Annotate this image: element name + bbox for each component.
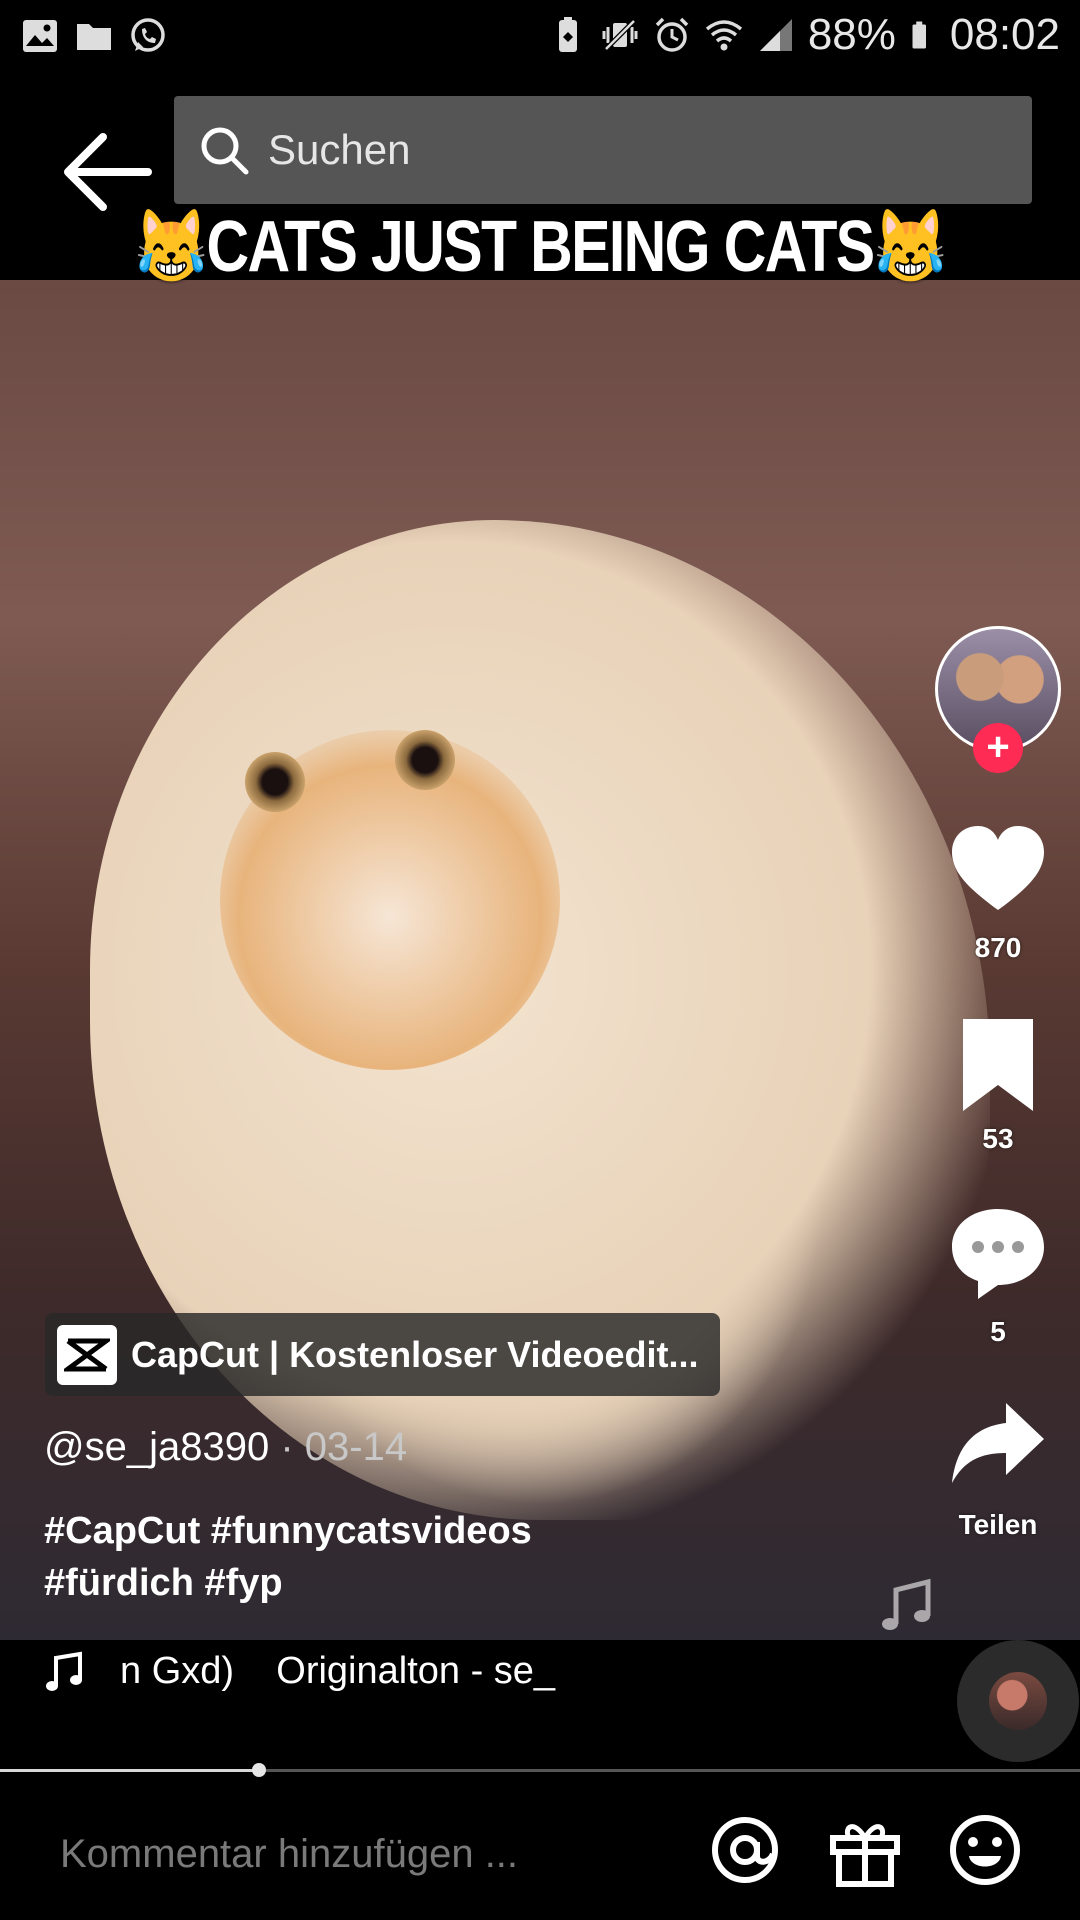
capcut-logo-icon — [57, 1324, 117, 1385]
progress-thumb[interactable] — [252, 1763, 267, 1777]
share-label: Teilen — [958, 1509, 1038, 1540]
search-placeholder: Suchen — [268, 126, 411, 173]
mention-icon[interactable] — [705, 1810, 785, 1890]
heart-icon[interactable] — [948, 820, 1048, 920]
battery-icon — [912, 21, 926, 49]
author-line: @se_ja8390 · 03-14 — [44, 1425, 407, 1470]
progress-fill — [0, 1769, 260, 1772]
status-time: 08:02 — [949, 10, 1060, 59]
signal-icon — [759, 19, 792, 51]
folder-icon — [77, 24, 111, 50]
cat-left-eye — [245, 752, 305, 812]
search-input[interactable]: Suchen — [174, 96, 1032, 204]
bookmark-icon[interactable] — [948, 1015, 1048, 1115]
post-date: 03-14 — [304, 1425, 408, 1469]
music-disc-avatar — [989, 1672, 1047, 1730]
comment-count: 5 — [990, 1316, 1006, 1347]
title-emoji-right: 😹 — [873, 207, 947, 287]
caption-line-1: #CapCut #funnycatsvideos — [44, 1510, 532, 1552]
comment-bar: Kommentar hinzufügen ... — [0, 1780, 1080, 1920]
gift-icon[interactable] — [825, 1810, 905, 1890]
whatsapp-icon — [131, 18, 165, 52]
music-title[interactable]: n Gxd) Originalton - se_ — [120, 1650, 590, 1700]
cat-right-eye — [395, 730, 455, 790]
post-caption[interactable]: #CapCut #funnycatsvideos #fürdich #fyp — [44, 1505, 664, 1609]
comment-icon[interactable] — [948, 1203, 1048, 1303]
music-note-icon — [46, 1651, 82, 1691]
title-text: CATS JUST BEING CATS — [206, 207, 876, 287]
capcut-label: CapCut | Kostenloser Videoedit... — [131, 1333, 699, 1375]
author-username[interactable]: @se_ja8390 — [44, 1425, 269, 1469]
battery-percent: 88% — [807, 10, 896, 59]
search-icon — [201, 127, 249, 175]
author-separator: · — [269, 1425, 305, 1469]
video-progress-bar[interactable] — [0, 1763, 1080, 1777]
comment-input[interactable]: Kommentar hinzufügen ... — [60, 1832, 518, 1877]
mute-vibrate-icon — [602, 19, 638, 51]
title-emoji-left: 😹 — [134, 207, 209, 287]
wifi-icon — [705, 20, 742, 51]
music-disc[interactable] — [957, 1640, 1079, 1762]
gallery-icon — [23, 20, 57, 52]
capcut-anchor[interactable]: CapCut | Kostenloser Videoedit... — [45, 1313, 720, 1396]
battery-saver-icon — [558, 17, 577, 52]
favorite-count: 53 — [982, 1123, 1014, 1154]
floating-music-note-icon — [882, 1578, 931, 1630]
alarm-icon — [655, 17, 689, 52]
follow-plus-button[interactable]: + — [973, 723, 1023, 773]
like-count: 870 — [974, 932, 1022, 963]
caption-line-2: #fürdich #fyp — [44, 1562, 283, 1604]
status-left-icons — [20, 16, 168, 56]
share-icon[interactable] — [948, 1395, 1048, 1495]
status-bar: 88% 08:02 — [0, 0, 1080, 80]
status-right-icons: 88% 08:02 — [548, 10, 1060, 60]
video-title-overlay: 😹CATS JUST BEING CATS😹 — [97, 204, 983, 287]
emoji-icon[interactable] — [945, 1810, 1025, 1890]
